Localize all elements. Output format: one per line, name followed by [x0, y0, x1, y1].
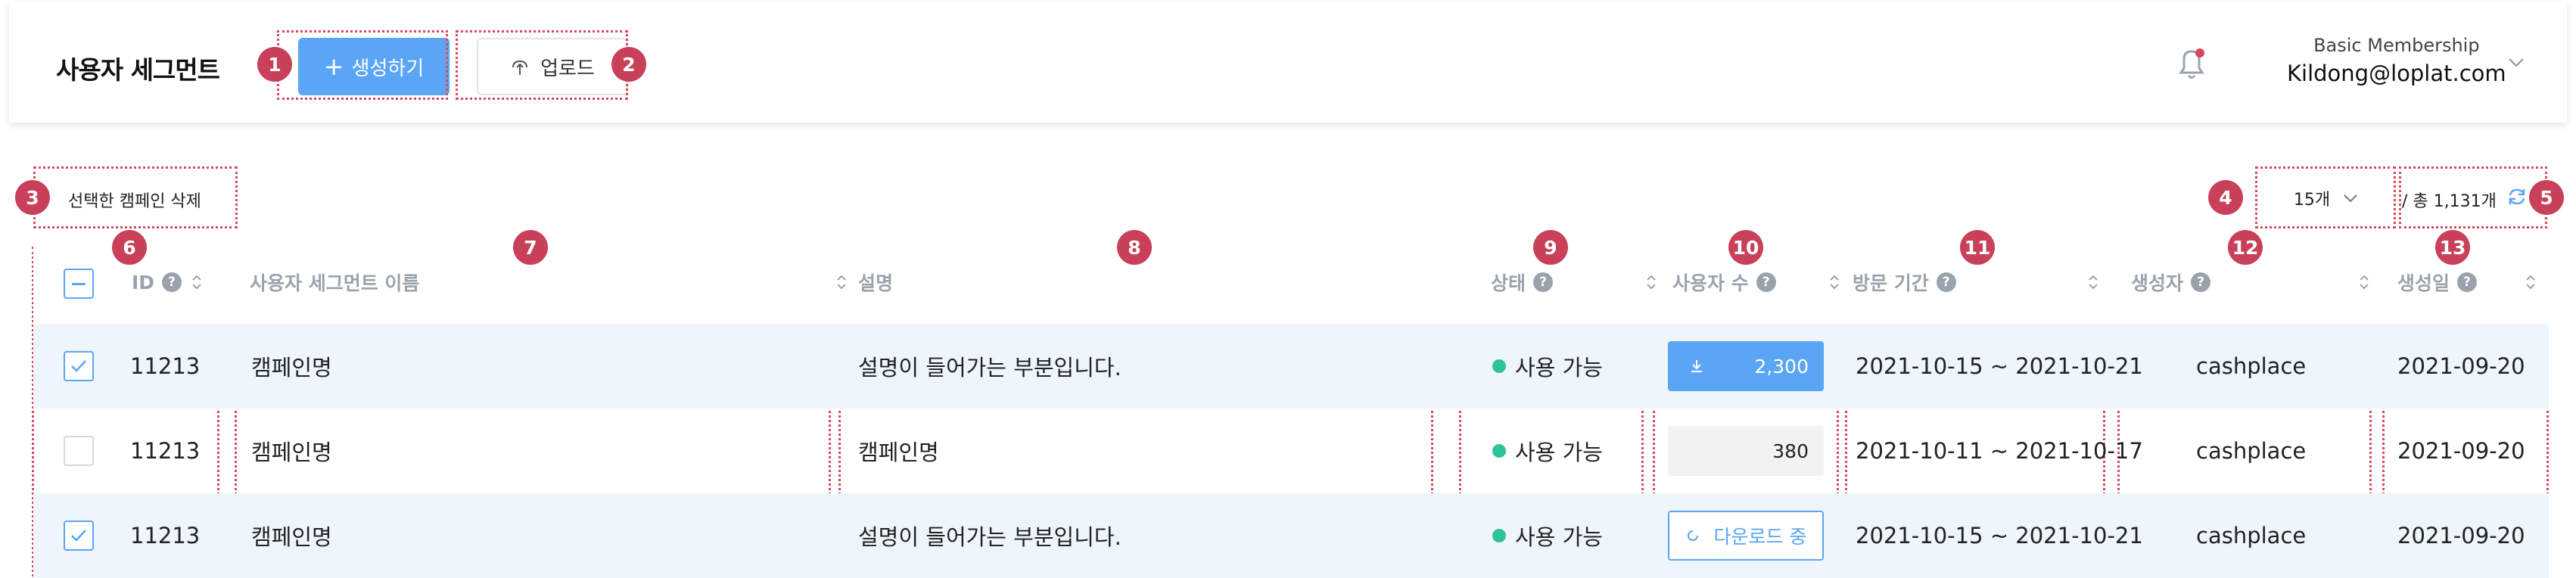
cell-creator: cashplace — [2196, 438, 2307, 464]
sort-icon — [2089, 275, 2098, 290]
chevron-down-icon — [2344, 194, 2357, 203]
cell-created: 2021-09-20 — [2397, 523, 2525, 548]
annotation-marker-6: 6 — [112, 230, 147, 265]
cell-desc: 설명이 들어가는 부분입니다. — [858, 524, 1122, 550]
annotation-marker-4: 4 — [2208, 180, 2243, 215]
page-size-select[interactable]: 15개 — [2281, 179, 2372, 218]
user-count: 380 — [1668, 426, 1824, 476]
status-dot — [1492, 529, 1506, 542]
help-icon: ? — [1533, 272, 1554, 292]
row-checkbox[interactable] — [64, 436, 94, 466]
page-title: 사용자 세그먼트 — [56, 55, 220, 85]
status-dot — [1492, 359, 1506, 373]
select-all-checkbox[interactable] — [64, 269, 94, 299]
help-icon: ? — [2457, 272, 2478, 292]
annotation-marker-5: 5 — [2529, 180, 2564, 215]
annotation-marker-7: 7 — [513, 230, 548, 265]
table-row[interactable]: 11213 캠페인명 캠페인명 사용 가능 380 2021-10-11 ~ 2… — [33, 409, 2549, 493]
help-icon: ? — [1936, 272, 1956, 292]
sort-icon — [837, 275, 846, 290]
annotation-marker-11: 11 — [1960, 230, 1995, 265]
cell-desc: 설명이 들어가는 부분입니다. — [858, 355, 1122, 381]
bell-icon[interactable] — [2175, 45, 2208, 83]
cell-creator: cashplace — [2196, 523, 2307, 548]
cell-id: 11213 — [130, 438, 201, 464]
delete-selected-button[interactable]: 선택한 캠페인 삭제 — [68, 188, 201, 212]
cell-name: 캠페인명 — [251, 440, 332, 465]
table-header-row: ID? 사용자 세그먼트 이름 설명 상태? 사용자 수? 방문 기간? 생성자… — [33, 241, 2549, 324]
account-email: Kildong@loplat.com — [2287, 61, 2506, 86]
annotation-marker-12: 12 — [2228, 230, 2263, 265]
annotation-marker-13: 13 — [2435, 230, 2470, 265]
cell-period: 2021-10-15 ~ 2021-10-21 — [1856, 523, 2143, 548]
user-count-downloading: 다운로드 중 — [1668, 511, 1824, 561]
annotation-marker-1: 1 — [257, 47, 292, 82]
sort-icon — [1647, 275, 1656, 290]
annotation-box-1 — [277, 30, 448, 100]
cell-period: 2021-10-11 ~ 2021-10-17 — [1856, 438, 2143, 464]
status-dot — [1492, 444, 1506, 458]
sort-icon — [2526, 275, 2535, 290]
help-icon: ? — [1756, 272, 1776, 292]
table-row[interactable]: 11213 캠페인명 설명이 들어가는 부분입니다. 사용 가능 2,300 2… — [33, 324, 2549, 409]
page-size-value: 15개 — [2293, 191, 2331, 210]
cell-desc: 캠페인명 — [858, 440, 939, 465]
row-checkbox[interactable] — [64, 521, 94, 551]
cell-status: 사용 가능 — [1492, 493, 1603, 578]
cell-id: 11213 — [130, 523, 201, 548]
total-count: / 총 1,131개 — [2402, 192, 2497, 211]
annotation-marker-10: 10 — [1728, 230, 1763, 265]
cell-creator: cashplace — [2196, 353, 2307, 379]
column-header-status[interactable]: 상태? — [1491, 241, 1657, 324]
chevron-down-icon[interactable] — [2506, 54, 2526, 70]
annotation-marker-8: 8 — [1117, 230, 1152, 265]
cell-period: 2021-10-15 ~ 2021-10-21 — [1856, 353, 2143, 379]
annotation-marker-2: 2 — [611, 47, 646, 82]
cell-status: 사용 가능 — [1492, 324, 1603, 409]
annotation-marker-9: 9 — [1533, 230, 1568, 265]
account-menu[interactable]: Basic Membership Kildong@loplat.com — [2287, 35, 2506, 86]
user-count-download-button[interactable]: 2,300 — [1668, 341, 1824, 391]
sort-icon — [1830, 275, 1839, 290]
help-icon: ? — [162, 272, 182, 292]
sort-icon — [2360, 275, 2369, 290]
column-header-name[interactable]: 사용자 세그먼트 이름 — [250, 241, 848, 324]
annotation-box-2 — [456, 30, 628, 100]
table-row[interactable]: 11213 캠페인명 설명이 들어가는 부분입니다. 사용 가능 다운로드 중 … — [33, 493, 2549, 578]
cell-name: 캠페인명 — [251, 524, 332, 550]
cell-name: 캠페인명 — [251, 355, 332, 381]
sort-icon — [192, 275, 201, 290]
membership-tier: Basic Membership — [2313, 35, 2480, 56]
refresh-icon[interactable] — [2506, 186, 2528, 207]
help-icon: ? — [2191, 272, 2211, 292]
row-checkbox[interactable] — [64, 351, 94, 381]
loading-icon — [1687, 530, 1698, 541]
column-header-desc: 설명 — [858, 272, 894, 294]
cell-id: 11213 — [130, 353, 201, 379]
download-icon — [1691, 360, 1702, 372]
cell-created: 2021-09-20 — [2397, 353, 2525, 379]
annotation-marker-3: 3 — [15, 180, 50, 215]
cell-status: 사용 가능 — [1492, 409, 1603, 493]
cell-created: 2021-09-20 — [2397, 438, 2525, 464]
